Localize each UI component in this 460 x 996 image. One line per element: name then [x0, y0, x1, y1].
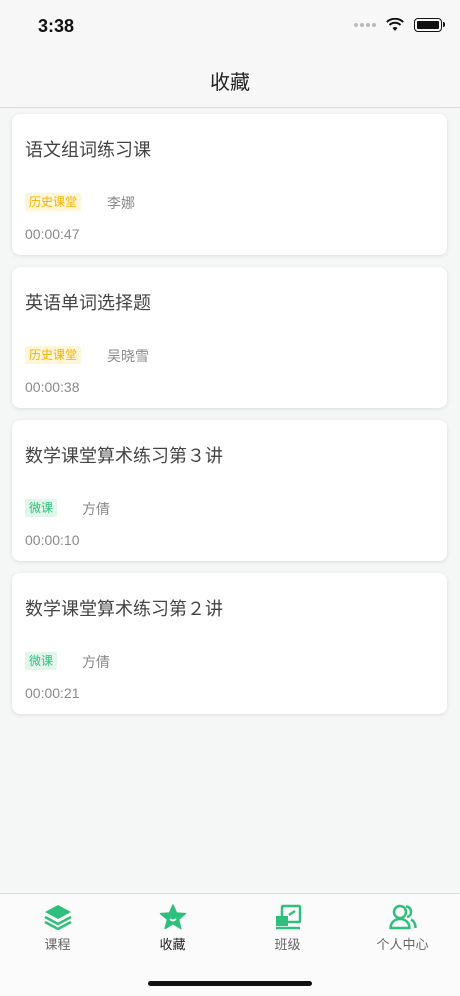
page-title: 收藏 — [210, 70, 250, 94]
tab-favorites[interactable]: 收藏 — [115, 894, 230, 964]
navigation-bar: 收藏 — [0, 54, 460, 108]
lesson-duration: 00:00:21 — [25, 685, 80, 701]
lesson-type-badge: 微课 — [25, 652, 58, 670]
tab-profile[interactable]: 个人中心 — [345, 894, 460, 964]
lesson-title: 数学课堂算术练习第２讲 — [25, 599, 223, 620]
teacher-name: 方倩 — [82, 502, 110, 518]
star-icon — [159, 904, 186, 930]
lesson-title: 英语单词选择题 — [25, 293, 151, 314]
status-icons — [354, 18, 445, 32]
teacher-name: 吴晓雪 — [107, 349, 149, 365]
tab-courses[interactable]: 课程 — [0, 894, 115, 964]
tab-label: 个人中心 — [376, 938, 429, 953]
lesson-duration: 00:00:10 — [25, 532, 80, 548]
status-bar: 3:38 — [0, 0, 460, 54]
teacher-name: 李娜 — [107, 196, 135, 212]
layers-icon — [43, 905, 72, 930]
teacher-name: 方倩 — [82, 655, 110, 671]
lesson-type-badge: 历史课堂 — [25, 193, 82, 211]
favorite-card[interactable]: 语文组词练习课 历史课堂 李娜 00:00:47 — [12, 114, 447, 255]
home-indicator[interactable] — [148, 981, 312, 986]
tab-label: 班级 — [274, 938, 301, 953]
favorites-list: 语文组词练习课 历史课堂 李娜 00:00:47 英语单词选择题 历史课堂 吴晓… — [12, 114, 447, 726]
users-icon — [388, 904, 417, 930]
tab-label: 收藏 — [159, 938, 186, 953]
favorite-card[interactable]: 数学课堂算术练习第２讲 微课 方倩 00:00:21 — [12, 573, 447, 714]
lesson-duration: 00:00:47 — [25, 226, 80, 242]
tab-class[interactable]: 班级 — [230, 894, 345, 964]
favorite-card[interactable]: 数学课堂算术练习第３讲 微课 方倩 00:00:10 — [12, 420, 447, 561]
lesson-title: 语文组词练习课 — [25, 140, 151, 161]
tab-label: 课程 — [44, 938, 71, 953]
lesson-duration: 00:00:38 — [25, 379, 80, 395]
cellular-signal-icon — [354, 23, 376, 27]
battery-icon — [414, 18, 445, 32]
status-time: 3:38 — [38, 16, 75, 36]
lesson-title: 数学课堂算术练习第３讲 — [25, 446, 223, 467]
classroom-icon — [275, 904, 301, 930]
favorite-card[interactable]: 英语单词选择题 历史课堂 吴晓雪 00:00:38 — [12, 267, 447, 408]
lesson-type-badge: 微课 — [25, 499, 58, 517]
wifi-icon — [386, 18, 404, 31]
lesson-type-badge: 历史课堂 — [25, 346, 82, 364]
